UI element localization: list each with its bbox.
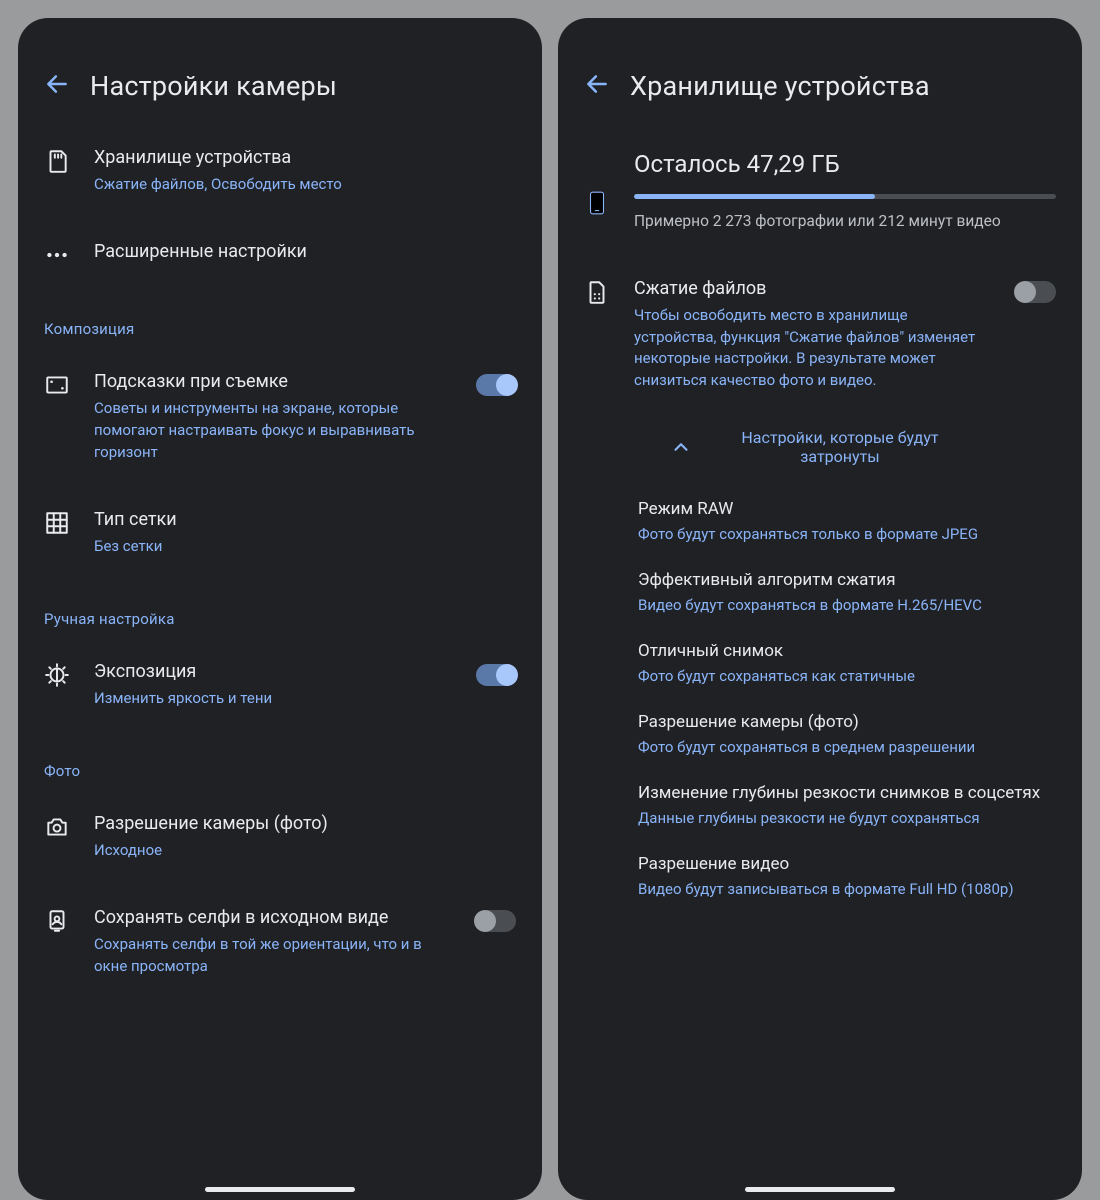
affected-item: Режим RAW Фото будут сохраняться только … — [638, 486, 1056, 557]
affected-list: Режим RAW Фото будут сохраняться только … — [584, 486, 1056, 912]
affected-sub: Фото будут сохраняться как статичные — [638, 666, 1056, 687]
row-subtitle: Чтобы освободить место в хранилище устро… — [634, 305, 992, 392]
row-subtitle: Изменить яркость и тени — [94, 688, 452, 710]
affected-title: Отличный снимок — [638, 640, 1056, 663]
affected-sub: Фото будут сохраняться в среднем разреше… — [638, 737, 1056, 758]
storage-progress-fill — [634, 194, 875, 199]
toggle-compress[interactable] — [1016, 281, 1056, 303]
frame-icon — [44, 372, 70, 398]
affected-item: Разрешение камеры (фото) Фото будут сохр… — [638, 699, 1056, 770]
expander-label: Настройки, которые будут затронуты — [710, 428, 970, 466]
storage-summary: Осталось 47,29 ГБ Примерно 2 273 фотогра… — [584, 124, 1056, 243]
row-compress[interactable]: Сжатие файлов Чтобы освободить место в х… — [584, 243, 1056, 414]
selfie-icon — [44, 908, 70, 934]
row-title: Разрешение камеры (фото) — [94, 812, 516, 836]
row-advanced[interactable]: Расширенные настройки — [44, 218, 516, 290]
row-title: Тип сетки — [94, 508, 516, 532]
affected-expander[interactable]: Настройки, которые будут затронуты — [584, 414, 1056, 486]
affected-title: Разрешение камеры (фото) — [638, 711, 1056, 734]
affected-item: Изменение глубины резкости снимков в соц… — [638, 770, 1056, 841]
affected-item: Эффективный алгоритм сжатия Видео будут … — [638, 557, 1056, 628]
row-title: Сохранять селфи в исходном виде — [94, 906, 452, 930]
section-manual: Ручная настройка — [44, 580, 516, 638]
affected-sub: Видео будут записываться в формате Full … — [638, 879, 1056, 900]
more-icon — [44, 242, 70, 268]
toggle-hints[interactable] — [476, 374, 516, 396]
row-storage[interactable]: Хранилище устройства Сжатие файлов, Осво… — [44, 124, 516, 218]
section-photo: Фото — [44, 732, 516, 790]
row-resolution[interactable]: Разрешение камеры (фото) Исходное — [44, 790, 516, 884]
row-title: Расширенные настройки — [94, 240, 516, 264]
settings-list: Хранилище устройства Сжатие файлов, Осво… — [18, 124, 542, 1200]
row-hints[interactable]: Подсказки при съемке Советы и инструмент… — [44, 348, 516, 486]
grid-icon — [44, 510, 70, 536]
back-icon[interactable] — [584, 71, 610, 101]
row-title: Подсказки при съемке — [94, 370, 452, 394]
affected-item: Отличный снимок Фото будут сохраняться к… — [638, 628, 1056, 699]
row-exposure[interactable]: Экспозиция Изменить яркость и тени — [44, 638, 516, 732]
sim-icon — [584, 279, 610, 305]
affected-title: Эффективный алгоритм сжатия — [638, 569, 1056, 592]
row-title: Хранилище устройства — [94, 146, 516, 170]
row-grid[interactable]: Тип сетки Без сетки — [44, 486, 516, 580]
affected-sub: Данные глубины резкости не будут сохраня… — [638, 808, 1056, 829]
home-indicator[interactable] — [745, 1187, 895, 1192]
chevron-up-icon — [670, 436, 692, 458]
appbar: Настройки камеры — [18, 18, 542, 124]
back-icon[interactable] — [44, 71, 70, 101]
camera-icon — [44, 814, 70, 840]
right-phone: Хранилище устройства Осталось 47,29 ГБ П… — [558, 18, 1082, 1200]
affected-title: Разрешение видео — [638, 853, 1056, 876]
page-title: Хранилище устройства — [630, 70, 930, 102]
row-subtitle: Советы и инструменты на экране, которые … — [94, 398, 452, 463]
row-subtitle: Без сетки — [94, 536, 516, 558]
home-indicator[interactable] — [205, 1187, 355, 1192]
appbar: Хранилище устройства — [558, 18, 1082, 124]
section-composition: Композиция — [44, 290, 516, 348]
affected-sub: Видео будут сохраняться в формате H.265/… — [638, 595, 1056, 616]
affected-title: Режим RAW — [638, 498, 1056, 521]
row-title: Экспозиция — [94, 660, 452, 684]
storage-content: Осталось 47,29 ГБ Примерно 2 273 фотогра… — [558, 124, 1082, 1200]
toggle-exposure[interactable] — [476, 664, 516, 686]
left-phone: Настройки камеры Хранилище устройства Сж… — [18, 18, 542, 1200]
page-title: Настройки камеры — [90, 70, 337, 102]
sd-card-icon — [44, 148, 70, 174]
phone-icon — [584, 190, 610, 216]
storage-estimate: Примерно 2 273 фотографии или 212 минут … — [634, 211, 1056, 233]
row-title: Сжатие файлов — [634, 277, 992, 301]
storage-progress — [634, 194, 1056, 199]
affected-sub: Фото будут сохраняться только в формате … — [638, 524, 1056, 545]
row-subtitle: Сжатие файлов, Освободить место — [94, 174, 516, 196]
storage-remaining: Осталось 47,29 ГБ — [634, 150, 1056, 178]
row-selfie[interactable]: Сохранять селфи в исходном виде Сохранят… — [44, 884, 516, 1000]
exposure-icon — [44, 662, 70, 688]
toggle-selfie[interactable] — [476, 910, 516, 932]
row-subtitle: Сохранять селфи в той же ориентации, что… — [94, 934, 452, 978]
row-subtitle: Исходное — [94, 840, 516, 862]
affected-title: Изменение глубины резкости снимков в соц… — [638, 782, 1056, 805]
affected-item: Разрешение видео Видео будут записыватьс… — [638, 841, 1056, 912]
